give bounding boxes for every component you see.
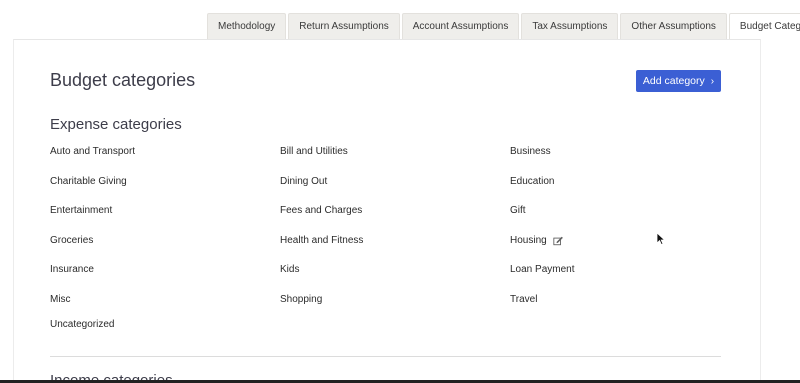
- app-page: Methodology Return Assumptions Account A…: [0, 0, 800, 383]
- category-label: Charitable Giving: [50, 176, 127, 187]
- category-item[interactable]: Business: [510, 146, 551, 157]
- page-title: Budget categories: [50, 70, 196, 90]
- category-label: Business: [510, 146, 551, 157]
- category-item[interactable]: Gift: [510, 205, 526, 216]
- category-label: Groceries: [50, 235, 94, 246]
- tab-other-assumptions[interactable]: Other Assumptions: [620, 13, 727, 39]
- category-label: Kids: [280, 264, 300, 275]
- category-item[interactable]: Charitable Giving: [50, 176, 127, 187]
- category-label: Bill and Utilities: [280, 146, 348, 157]
- chevron-right-icon: ›: [710, 75, 715, 87]
- category-item[interactable]: Education: [510, 176, 554, 187]
- category-item[interactable]: Auto and Transport: [50, 146, 135, 157]
- category-label: Dining Out: [280, 176, 328, 187]
- category-label: Fees and Charges: [280, 205, 363, 216]
- add-category-label: Add category: [642, 75, 705, 87]
- category-label: Travel: [510, 294, 538, 305]
- tab-account-assumptions[interactable]: Account Assumptions: [401, 13, 520, 39]
- category-item[interactable]: Groceries: [50, 235, 93, 246]
- category-item[interactable]: Travel: [510, 294, 537, 305]
- category-label: Uncategorized: [50, 319, 115, 330]
- mouse-cursor-icon: [656, 232, 666, 246]
- tab-methodology[interactable]: Methodology: [207, 13, 287, 39]
- tab-budget-categories[interactable]: Budget Categories: [728, 13, 800, 40]
- category-item[interactable]: Fees and Charges: [280, 205, 362, 216]
- category-item[interactable]: Loan Payment: [510, 264, 575, 275]
- category-item[interactable]: Misc: [50, 294, 71, 305]
- section-divider: [50, 356, 721, 357]
- category-label: Shopping: [280, 294, 323, 305]
- category-label: Entertainment: [50, 205, 113, 216]
- category-label: Loan Payment: [510, 264, 575, 275]
- tab-tax-assumptions[interactable]: Tax Assumptions: [521, 13, 619, 39]
- category-label: Auto and Transport: [50, 146, 136, 157]
- category-item-housing[interactable]: Housing: [510, 235, 563, 246]
- budget-panel: Budget categories Add category › Expense…: [13, 39, 761, 383]
- category-item[interactable]: Dining Out: [280, 176, 327, 187]
- category-label: Insurance: [50, 264, 94, 275]
- category-item[interactable]: Insurance: [50, 264, 94, 275]
- category-label: Education: [510, 176, 555, 187]
- category-item[interactable]: Kids: [280, 264, 299, 275]
- category-item[interactable]: Uncategorized: [50, 319, 114, 330]
- category-label: Misc: [50, 294, 71, 305]
- tab-return-assumptions[interactable]: Return Assumptions: [288, 13, 400, 39]
- tab-bar: Methodology Return Assumptions Account A…: [207, 13, 800, 40]
- category-label: Gift: [510, 205, 526, 216]
- category-item[interactable]: Shopping: [280, 294, 322, 305]
- add-category-button[interactable]: Add category ›: [636, 70, 721, 92]
- edit-icon[interactable]: [553, 236, 563, 246]
- expense-section-title: Expense categories: [50, 116, 182, 133]
- category-item[interactable]: Bill and Utilities: [280, 146, 348, 157]
- category-label: Health and Fitness: [280, 235, 364, 246]
- category-item[interactable]: Health and Fitness: [280, 235, 363, 246]
- category-label: Housing: [510, 235, 547, 246]
- category-item[interactable]: Entertainment: [50, 205, 112, 216]
